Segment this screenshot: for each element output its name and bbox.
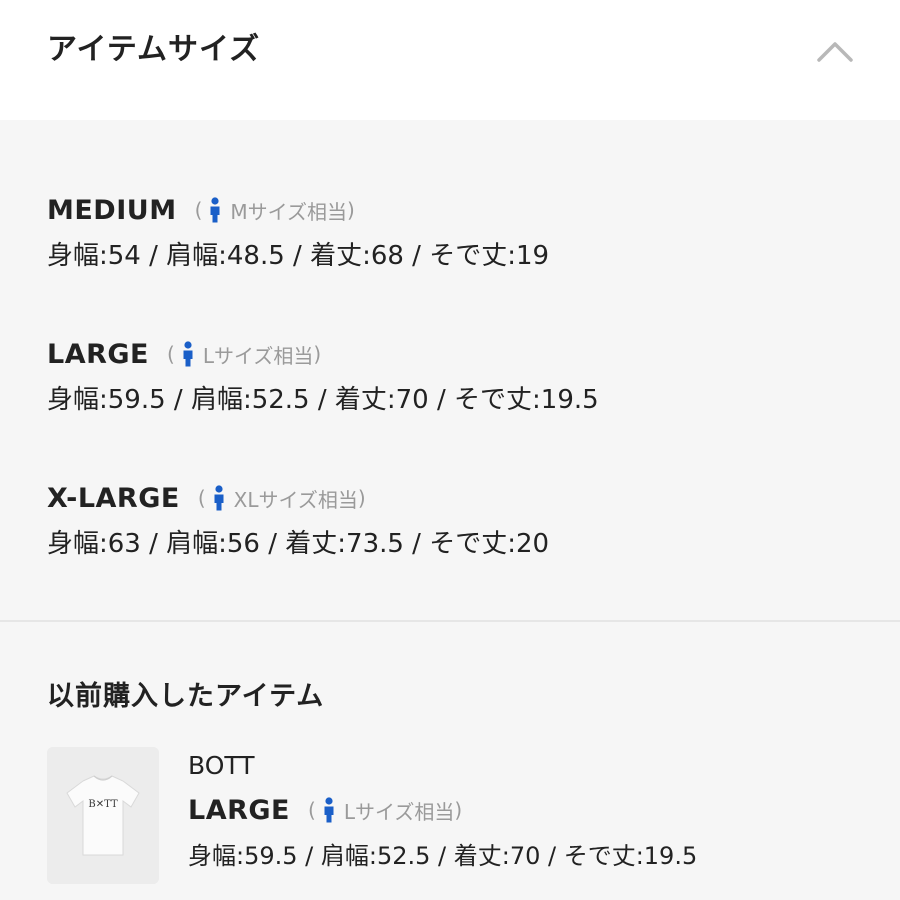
person-icon — [210, 197, 220, 223]
chevron-up-icon — [817, 42, 853, 62]
equivalent-label: Lサイズ相当 — [343, 799, 455, 824]
size-name: MEDIUM — [47, 194, 177, 226]
previous-item-info: BOTT LARGE ( Lサイズ相当 ) 身幅:59.5 / 肩幅:52.5 … — [188, 748, 868, 874]
product-thumbnail[interactable]: B✕TT — [47, 747, 159, 884]
size-list: MEDIUM ( Mサイズ相当 ) 身幅:54 / 肩幅:48.5 / 着丈:6… — [0, 120, 900, 620]
size-measurements: 身幅:59.5 / 肩幅:52.5 / 着丈:70 / そで丈:19.5 — [47, 385, 599, 415]
equivalent-label: Lサイズ相当 — [202, 343, 314, 368]
item-size-header: アイテムサイズ — [0, 0, 900, 120]
previous-purchase-title: 以前購入したアイテム — [47, 681, 325, 712]
person-icon — [324, 797, 334, 823]
person-icon — [183, 341, 193, 367]
equivalent-label: XLサイズ相当 — [233, 487, 358, 512]
open-paren: ( — [197, 486, 206, 510]
open-paren: ( — [194, 198, 203, 222]
size-equivalent: ( Mサイズ相当 ) — [195, 196, 355, 225]
size-equivalent: ( Lサイズ相当 ) — [167, 340, 321, 369]
person-icon — [214, 485, 224, 511]
close-paren: ) — [347, 198, 355, 222]
size-measurements: 身幅:59.5 / 肩幅:52.5 / 着丈:70 / そで丈:19.5 — [188, 842, 698, 870]
size-measurements: 身幅:63 / 肩幅:56 / 着丈:73.5 / そで丈:20 — [47, 529, 550, 559]
size-equivalent: ( Lサイズ相当 ) — [308, 796, 462, 825]
collapse-button[interactable] — [810, 30, 860, 74]
close-paren: ) — [357, 486, 366, 510]
size-measurements: 身幅:54 / 肩幅:48.5 / 着丈:68 / そで丈:19 — [47, 241, 550, 271]
tshirt-image: B✕TT — [47, 747, 159, 884]
size-name: LARGE — [188, 794, 290, 826]
brand-name: BOTT — [188, 751, 255, 780]
size-entry-large: LARGE ( Lサイズ相当 ) 身幅:59.5 / 肩幅:52.5 / 着丈:… — [47, 334, 867, 418]
size-equivalent: ( XLサイズ相当 ) — [198, 484, 366, 513]
close-paren: ) — [313, 342, 322, 366]
size-entry-medium: MEDIUM ( Mサイズ相当 ) 身幅:54 / 肩幅:48.5 / 着丈:6… — [47, 190, 867, 274]
section-title: アイテムサイズ — [47, 32, 261, 67]
thumbnail-logo: B✕TT — [88, 799, 118, 810]
size-name: X-LARGE — [47, 482, 180, 514]
previous-purchase-section: 以前購入したアイテム B✕TT BOTT LARGE ( Lサイズ相当 ) 身幅… — [0, 622, 900, 900]
open-paren: ( — [167, 342, 175, 366]
close-paren: ) — [454, 798, 463, 822]
size-entry-x-large: X-LARGE ( XLサイズ相当 ) 身幅:63 / 肩幅:56 / 着丈:7… — [47, 478, 867, 562]
equivalent-label: Mサイズ相当 — [230, 199, 348, 224]
open-paren: ( — [308, 798, 316, 822]
size-name: LARGE — [47, 338, 149, 370]
